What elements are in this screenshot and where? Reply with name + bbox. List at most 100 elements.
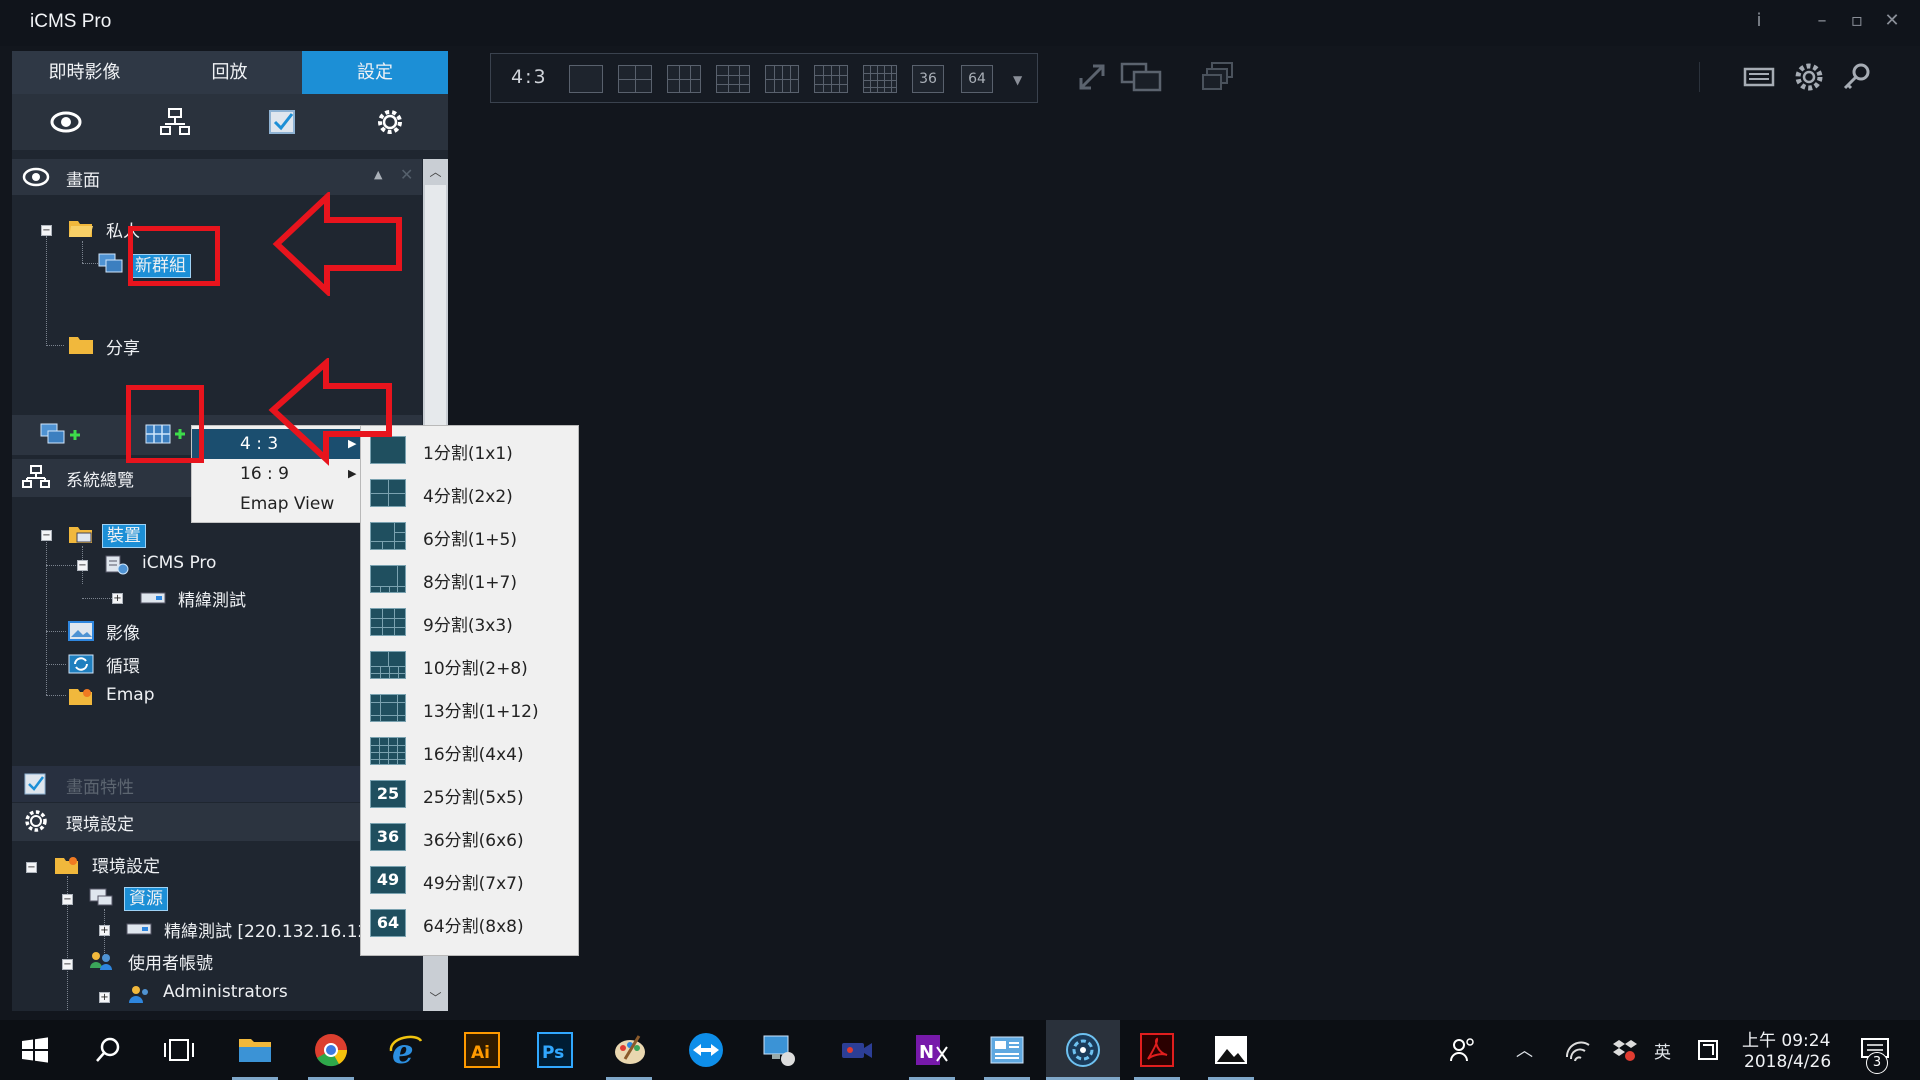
photoshop-icon[interactable]: Ps xyxy=(536,1031,574,1069)
tree-expander[interactable]: − xyxy=(41,225,52,236)
wifi-icon[interactable] xyxy=(1563,1031,1593,1069)
ie-icon[interactable]: e xyxy=(387,1031,425,1069)
resources-label[interactable]: 資源 xyxy=(124,887,168,911)
submenu-item-5x5[interactable]: 25 25分割(5x5) xyxy=(361,772,578,815)
cascade-windows-icon[interactable] xyxy=(1202,60,1236,94)
submenu-item-2x2[interactable]: 4分割(2x2) xyxy=(361,471,578,514)
show-hidden-icons-icon[interactable]: ︿ xyxy=(1516,1036,1533,1061)
tree-expander[interactable]: − xyxy=(62,959,73,970)
devices-label[interactable]: 裝置 xyxy=(102,524,146,548)
aspect-ratio-label[interactable]: 4:3 xyxy=(511,66,548,88)
tree-expander[interactable]: − xyxy=(77,560,88,571)
env-section-title: 環境設定 xyxy=(66,815,134,835)
notification-count-badge: 3 xyxy=(1866,1052,1888,1074)
layout-4x3-button[interactable] xyxy=(814,65,848,93)
tab-live-view[interactable]: 即時影像 xyxy=(12,51,157,94)
submenu-item-1-7[interactable]: 8分割(1+7) xyxy=(361,557,578,600)
tree-expander[interactable]: + xyxy=(99,925,110,936)
search-icon[interactable] xyxy=(89,1031,127,1069)
title-bar: iCMS Pro i – ▫ ✕ xyxy=(0,0,1920,46)
video-icon[interactable] xyxy=(838,1031,876,1069)
network-icon[interactable] xyxy=(157,104,193,140)
close-button[interactable]: ✕ xyxy=(1878,10,1906,31)
scroll-down-arrow[interactable]: ﹀ xyxy=(423,987,448,1009)
layout-64-button[interactable]: 64 xyxy=(961,65,993,93)
tree-item-admins[interactable]: Administrators xyxy=(163,982,288,1002)
teamviewer-icon[interactable] xyxy=(687,1031,725,1069)
control-panel-icon[interactable] xyxy=(988,1031,1026,1069)
ime-mode-icon[interactable] xyxy=(1694,1031,1724,1069)
tree-item-emap[interactable]: Emap xyxy=(106,685,155,705)
tree-item-resources[interactable]: 資源 xyxy=(124,884,168,911)
paint-icon[interactable] xyxy=(611,1031,649,1069)
tree-expander[interactable]: − xyxy=(26,862,37,873)
keyboard-icon[interactable] xyxy=(1742,60,1776,94)
illustrator-icon[interactable]: Ai xyxy=(463,1031,501,1069)
dropbox-icon[interactable] xyxy=(1608,1031,1638,1069)
onenote-icon[interactable]: N xyxy=(913,1031,951,1069)
tab-settings[interactable]: 設定 xyxy=(302,51,448,94)
gear-icon[interactable] xyxy=(372,104,408,140)
add-screen-icon[interactable] xyxy=(40,422,86,448)
tree-item-loop[interactable]: 循環 xyxy=(106,652,140,677)
tree-item-devices[interactable]: 裝置 xyxy=(102,521,146,548)
chevron-down-icon[interactable]: ▼ xyxy=(1013,73,1022,87)
close-icon[interactable]: ✕ xyxy=(400,165,413,184)
eye-icon xyxy=(22,167,50,187)
windows-start-icon[interactable] xyxy=(16,1031,54,1069)
tree-item-env-device[interactable]: 精緯測試 [220.132.16.12 xyxy=(164,917,368,942)
submenu-item-1-12[interactable]: 13分割(1+12) xyxy=(361,686,578,729)
layout-5x5-button[interactable] xyxy=(863,65,897,93)
tree-expander[interactable]: + xyxy=(99,992,110,1003)
eye-icon[interactable] xyxy=(48,104,84,140)
layout-36-button[interactable]: 36 xyxy=(912,65,944,93)
icms-icon[interactable] xyxy=(1064,1031,1102,1069)
chrome-icon[interactable] xyxy=(312,1031,350,1069)
tree-item-video[interactable]: 影像 xyxy=(106,619,140,644)
task-view-icon[interactable] xyxy=(160,1031,198,1069)
acrobat-icon[interactable] xyxy=(1138,1031,1176,1069)
layout-2x3-button[interactable] xyxy=(667,65,701,93)
layout-3x3-button[interactable] xyxy=(716,65,750,93)
tree-item-server[interactable]: iCMS Pro xyxy=(142,553,216,573)
checkbox-icon[interactable] xyxy=(264,104,300,140)
layout-1x1-button[interactable] xyxy=(569,65,603,93)
scroll-up-arrow[interactable]: ︿ xyxy=(423,161,448,183)
submenu-item-1-5[interactable]: 6分割(1+5) xyxy=(361,514,578,557)
submenu-item-4x4[interactable]: 16分割(4x4) xyxy=(361,729,578,772)
scrollbar-thumb[interactable] xyxy=(425,185,446,435)
tree-item-shared[interactable]: 分享 xyxy=(106,334,140,359)
tree-item-device[interactable]: 精緯測試 xyxy=(178,586,246,611)
tab-playback[interactable]: 回放 xyxy=(157,51,302,94)
key-icon[interactable] xyxy=(1840,60,1874,94)
info-icon[interactable]: i xyxy=(1745,10,1773,31)
photos-icon[interactable] xyxy=(1212,1031,1250,1069)
menu-item-emap-view[interactable]: Emap View xyxy=(192,489,360,519)
maximize-button[interactable]: ▫ xyxy=(1843,10,1871,31)
taskbar-clock-time[interactable]: 上午 09:24 xyxy=(1742,1026,1830,1051)
submenu-item-6x6[interactable]: 36 36分割(6x6) xyxy=(361,815,578,858)
svg-text:N: N xyxy=(919,1042,934,1063)
tree-item-accounts[interactable]: 使用者帳號 xyxy=(128,949,213,974)
tree-expander[interactable]: − xyxy=(41,530,52,541)
ime-indicator[interactable]: 英 xyxy=(1654,1038,1671,1063)
remote-desktop-icon[interactable] xyxy=(760,1031,798,1069)
minimize-button[interactable]: – xyxy=(1808,10,1836,31)
submenu-item-8x8[interactable]: 64 64分割(8x8) xyxy=(361,901,578,944)
collapse-up-icon[interactable]: ▲ xyxy=(374,168,382,181)
submenu-item-2-8[interactable]: 10分割(2+8) xyxy=(361,643,578,686)
tree-expander[interactable]: − xyxy=(62,894,73,905)
submenu-item-3x3[interactable]: 9分割(3x3) xyxy=(361,600,578,643)
people-icon[interactable] xyxy=(1448,1031,1478,1069)
multi-monitor-icon[interactable] xyxy=(1120,60,1164,94)
layout-2x2-button[interactable] xyxy=(618,65,652,93)
fullscreen-icon[interactable] xyxy=(1075,60,1109,94)
tree-expander[interactable]: + xyxy=(112,593,123,604)
settings-gear-icon[interactable] xyxy=(1792,60,1826,94)
tree-item-env-root[interactable]: 環境設定 xyxy=(92,852,160,877)
layout-4x2-button[interactable] xyxy=(765,65,799,93)
file-explorer-icon[interactable] xyxy=(236,1031,274,1069)
submenu-item-7x7[interactable]: 49 49分割(7x7) xyxy=(361,858,578,901)
taskbar-clock-date[interactable]: 2018/4/26 xyxy=(1744,1052,1831,1072)
screen-section-header[interactable]: 畫面 ▲ ✕ xyxy=(12,159,422,195)
